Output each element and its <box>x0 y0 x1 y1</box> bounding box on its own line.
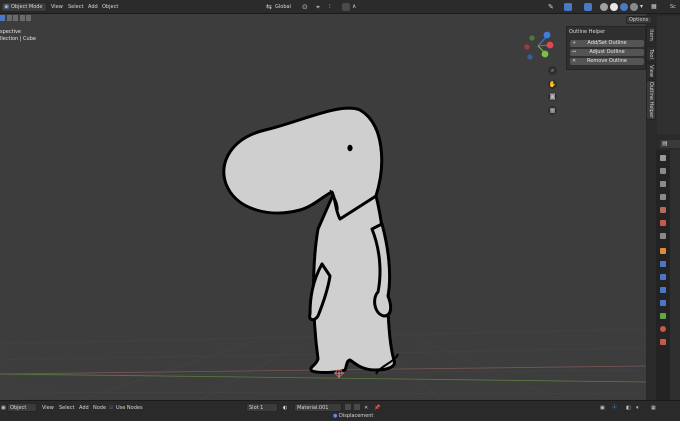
select-box-icon[interactable] <box>0 15 5 21</box>
panel-title: Outline Helper <box>569 29 606 35</box>
select-extend-icon[interactable] <box>6 15 12 21</box>
view-layer-props-icon[interactable] <box>660 194 666 200</box>
editor-icon[interactable]: ▦ <box>651 3 659 11</box>
shading-wireframe-icon[interactable] <box>600 3 608 11</box>
material-props-icon[interactable] <box>660 326 666 332</box>
pin-icon[interactable]: 📌 <box>374 404 380 412</box>
bottom-menu-select[interactable]: Select <box>59 404 74 412</box>
tab-item[interactable]: Item <box>646 26 656 44</box>
output-props-icon[interactable] <box>660 181 666 187</box>
bottom-editor-icon[interactable]: ▦ <box>651 404 656 412</box>
unlink-icon[interactable]: ✕ <box>364 404 368 412</box>
data-props-icon[interactable] <box>660 313 666 319</box>
bottom-menu-add[interactable]: Add <box>79 404 89 412</box>
properties-editor-icon[interactable]: ▤ <box>662 140 668 148</box>
world-props-icon[interactable] <box>660 220 666 226</box>
navigation-gizmo[interactable] <box>524 31 554 60</box>
menu-select[interactable]: Select <box>68 3 83 11</box>
right-header-label: Sc <box>670 4 676 10</box>
character-eye <box>347 144 353 152</box>
texture-props-icon[interactable] <box>660 339 666 345</box>
tab-outline-helper[interactable]: Outline Helper <box>646 80 656 120</box>
tab-view[interactable]: View <box>646 63 656 79</box>
slot-selector[interactable]: Slot 1 <box>246 403 278 412</box>
grid-ortho-icon[interactable]: ▦ <box>548 106 557 115</box>
overlays-toggle-icon[interactable] <box>584 3 592 11</box>
bottom-menu-view[interactable]: View <box>42 404 54 412</box>
bottom-menu-node[interactable]: Node <box>93 404 106 412</box>
viewport-header: ▣ Object Mode View Select Add Object ⇆ G… <box>0 0 680 14</box>
backdrop-icon[interactable]: ◧ <box>626 404 631 412</box>
shading-dropdown-icon[interactable]: ▾ <box>640 3 648 11</box>
displacement-label: Displacement <box>339 413 374 419</box>
particles-props-icon[interactable] <box>660 274 666 280</box>
shading-material-icon[interactable] <box>620 3 628 11</box>
outliner-panel <box>657 16 680 134</box>
transform-orientation-icon: ⇆ <box>266 3 272 11</box>
view-perspective-label: spective <box>0 29 21 35</box>
material-icon[interactable]: ◐ <box>283 404 287 412</box>
options-dropdown[interactable]: Options <box>626 16 652 24</box>
add-set-outline-button[interactable]: + Add/Set Outline <box>570 40 644 47</box>
bottom-shading-icon[interactable]: ▾ <box>636 404 639 412</box>
material-selector[interactable]: Material.001 <box>294 403 342 412</box>
visibility-icon[interactable]: ✎ <box>548 3 556 11</box>
use-nodes-label: Use Nodes <box>116 405 143 411</box>
render-props-icon[interactable] <box>660 168 666 174</box>
select-intersect-icon[interactable] <box>26 15 32 21</box>
scene-props-icon[interactable] <box>660 207 666 213</box>
menu-add[interactable]: Add <box>88 3 98 11</box>
menu-view[interactable]: View <box>51 3 63 11</box>
mode-icon: ▣ <box>4 4 9 10</box>
toolbar-buttons <box>0 15 40 23</box>
use-nodes-checkbox[interactable]: ☑ <box>109 404 113 412</box>
snap-icon[interactable]: ⌖ <box>316 3 324 11</box>
adjust-icon: ↔ <box>572 49 577 55</box>
collection-props-icon[interactable] <box>660 233 666 239</box>
constraints-props-icon[interactable] <box>660 300 666 306</box>
tool-props-icon[interactable] <box>660 155 666 161</box>
snap-toggle-icon[interactable]: ⦿ <box>612 404 617 412</box>
adjust-outline-button[interactable]: ↔ Adjust Outline <box>570 49 644 56</box>
camera-icon[interactable]: ◙ <box>548 92 557 101</box>
outline-helper-panel: Outline Helper + Add/Set Outline ↔ Adjus… <box>566 26 646 70</box>
overlay-icon[interactable]: ▣ <box>600 404 605 412</box>
mode-label: Object Mode <box>11 4 43 10</box>
editor-type-icon[interactable]: ▣ <box>1 404 6 412</box>
object-type-selector[interactable]: Object <box>7 403 37 412</box>
properties-content <box>670 150 680 400</box>
modifier-props-icon[interactable] <box>660 261 666 267</box>
pivot-icon[interactable]: ⊙ <box>302 3 310 11</box>
snap-target-icon[interactable]: ⫶ <box>329 3 337 11</box>
transform-orientation[interactable]: Global <box>275 3 291 11</box>
menu-object[interactable]: Object <box>102 3 118 11</box>
physics-props-icon[interactable] <box>660 287 666 293</box>
fake-user-icon[interactable] <box>345 404 351 410</box>
tab-tool[interactable]: Tool <box>646 46 656 62</box>
shading-solid-icon[interactable] <box>610 3 618 11</box>
remove-outline-button[interactable]: ✕ Remove Outline <box>570 58 644 65</box>
shading-rendered-icon[interactable] <box>630 3 638 11</box>
gizmo-toggle-icon[interactable] <box>564 3 572 11</box>
y-axis-line <box>0 373 646 383</box>
proportional-editing-icon[interactable] <box>342 3 350 11</box>
copy-material-icon[interactable] <box>354 404 360 410</box>
object-props-icon[interactable] <box>660 248 666 254</box>
properties-header: ▤ <box>660 140 680 148</box>
select-subtract-icon[interactable] <box>13 15 19 21</box>
shader-editor-header: ▣ Object View Select Add Node ☑ Use Node… <box>0 400 680 421</box>
mode-selector[interactable]: ▣ Object Mode <box>1 2 47 12</box>
character-mesh[interactable] <box>222 106 396 375</box>
pan-hand-icon[interactable]: ✋ <box>548 80 557 89</box>
add-icon: + <box>572 40 577 46</box>
displacement-icon: ● <box>333 413 338 419</box>
3d-viewport[interactable]: spective llection | Cube ⌕ ✋ ◙ ▦ <box>0 14 646 400</box>
collection-label: llection | Cube <box>0 36 36 42</box>
zoom-icon[interactable]: ⌕ <box>548 66 557 75</box>
select-invert-icon[interactable] <box>19 15 25 21</box>
falloff-icon[interactable]: ∧ <box>352 3 360 11</box>
remove-icon: ✕ <box>572 58 577 64</box>
